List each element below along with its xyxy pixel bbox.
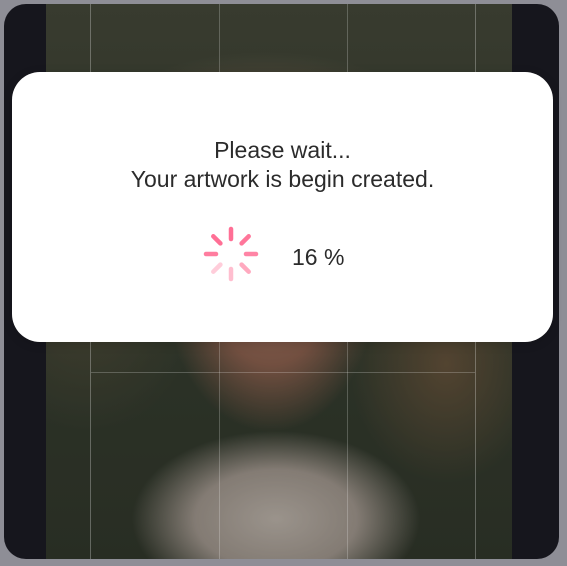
progress-dialog: Please wait... Your artwork is begin cre…: [12, 72, 553, 342]
wait-text: Please wait...: [214, 137, 351, 163]
progress-percent: 16 %: [292, 244, 345, 270]
progress-message: Please wait... Your artwork is begin cre…: [12, 136, 553, 194]
loading-spinner-icon: [203, 226, 259, 282]
crop-grid-line: [91, 372, 475, 373]
status-text: Your artwork is begin created.: [130, 166, 435, 192]
